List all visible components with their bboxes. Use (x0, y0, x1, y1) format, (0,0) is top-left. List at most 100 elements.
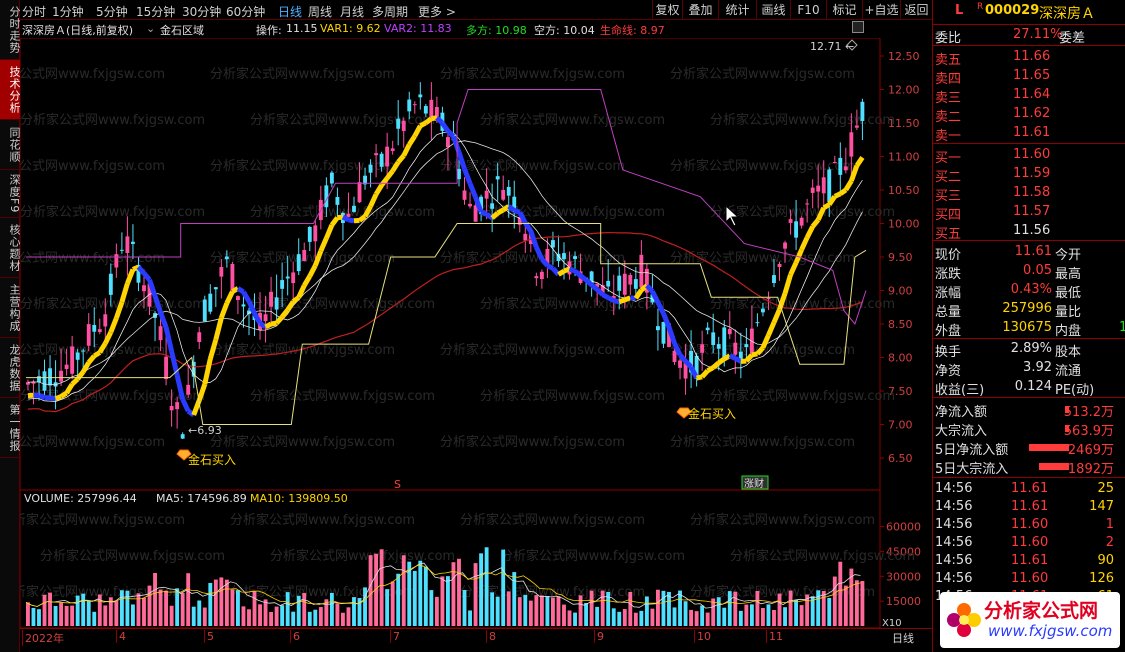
toolbar-button-3[interactable]: 画线 (756, 0, 790, 20)
ask-row-4: 卖四 11.65 (933, 67, 1125, 87)
volume-bar (131, 604, 135, 626)
op-label: 操作: (256, 24, 282, 37)
period-tab-5[interactable]: 60分钟 (226, 3, 265, 20)
trend-band-segment (38, 393, 46, 400)
high-price-label: 12.71 ← (810, 40, 854, 53)
watermark-text: 分析家公式网www.fxjgsw.com (440, 342, 625, 358)
bid-price: 11.59 (1013, 166, 1051, 181)
var2-value: VAR2: 11.83 (384, 22, 452, 35)
volume-bar (523, 594, 528, 626)
watermark-text: 分析家公式网www.fxjgsw.com (230, 512, 415, 528)
trend-band-segment (430, 115, 438, 122)
period-tab-6[interactable]: 日线 (278, 3, 302, 20)
watermark-text: 分析家公式网www.fxjgsw.com (440, 434, 625, 450)
left-tab-5[interactable]: 主营构成 (0, 278, 21, 338)
left-tab-7[interactable]: 第一情报 (0, 398, 21, 458)
candle-body (501, 189, 506, 200)
left-tab-2[interactable]: 同花顺 (0, 120, 21, 170)
candle-body (633, 279, 638, 289)
candle-body (285, 276, 290, 279)
volume-bar (446, 576, 450, 626)
quote-value-2: 1 (1119, 320, 1125, 335)
period-tab-10[interactable]: 更多 > (418, 3, 456, 20)
toolbar-button-5[interactable]: 标记 (826, 0, 862, 20)
candle-body (75, 352, 80, 360)
candle-body (551, 240, 555, 248)
var1-value: VAR1: 9.62 (320, 22, 381, 35)
period-tab-2[interactable]: 5分钟 (96, 3, 128, 20)
volume-bar (280, 605, 285, 626)
toolbar-button-0[interactable]: 复权 (652, 0, 682, 20)
left-tab-0[interactable]: 分时走势 (0, 0, 21, 60)
candle-body (131, 241, 135, 244)
volume-bar (744, 604, 749, 626)
time-axis-label: 5 (204, 630, 214, 643)
volume-bar (584, 602, 589, 626)
candle-body (202, 299, 207, 322)
flow-row: 净流入额 513.2万 (933, 400, 1125, 420)
toolbar-button-6[interactable]: +自选 (862, 0, 900, 20)
left-tab-3[interactable]: 深度F9 (0, 170, 21, 218)
trend-band-segment (513, 208, 521, 215)
quote-label-2: 今开 (1055, 248, 1082, 263)
trend-band-segment (751, 351, 758, 358)
candle-body (280, 280, 285, 289)
indicator-name[interactable]: 金石区域 (160, 22, 204, 38)
tick-time: 14:56 (935, 517, 973, 532)
kline-chart[interactable]: 12.5012.0011.5011.0010.5010.009.509.008.… (20, 38, 932, 490)
volume-bar (722, 607, 727, 626)
period-tab-4[interactable]: 30分钟 (182, 3, 221, 20)
volume-bar (539, 595, 544, 626)
toolbar-button-7[interactable]: 返回 (900, 0, 932, 20)
volume-bar (313, 609, 318, 626)
period-tab-0[interactable]: 分时 (22, 3, 46, 20)
time-axis-label: 8 (486, 630, 496, 643)
candle-body (108, 273, 113, 295)
quote-label-2: 量比 (1055, 305, 1082, 320)
period-tab-3[interactable]: 15分钟 (136, 3, 175, 20)
candle-body (639, 254, 644, 288)
chevron-down-icon[interactable]: ⌄ (146, 22, 155, 35)
volume-bar (318, 607, 323, 626)
trend-band-segment (49, 395, 56, 402)
volume-bar (799, 605, 804, 626)
period-tab-8[interactable]: 月线 (340, 3, 364, 20)
period-tab-7[interactable]: 周线 (308, 3, 332, 20)
fund-value: 3.92 (1023, 360, 1052, 375)
toolbar-button-1[interactable]: 叠加 (682, 0, 718, 20)
tick-time: 14:56 (935, 535, 973, 550)
left-tab-1[interactable]: 技术分析 (0, 60, 21, 120)
volume-bar (783, 607, 787, 626)
fund-value: 2.89% (1010, 341, 1052, 356)
trend-band-segment (568, 266, 576, 274)
watermark-text: 分析家公式网www.fxjgsw.com (710, 204, 895, 220)
candle-body (700, 344, 705, 353)
candle-body (401, 120, 406, 132)
trend-band-segment (551, 266, 561, 277)
period-tab-9[interactable]: 多周期 (372, 3, 408, 20)
toolbar-button-4[interactable]: F10 (790, 0, 826, 20)
toolbar-button-2[interactable]: 统计 (718, 0, 756, 20)
candle-body (755, 322, 760, 324)
volume-bar (307, 611, 312, 626)
candle-body (175, 402, 180, 410)
event-tag[interactable]: 涨财 (744, 477, 764, 490)
trend-band-segment (766, 321, 777, 337)
trend-band-segment (711, 360, 721, 370)
ask-row-3: 卖三 11.64 (933, 86, 1125, 106)
panel-toggle-icon[interactable] (852, 21, 864, 33)
trend-band-segment (613, 298, 620, 305)
candle-body (810, 187, 815, 193)
quote-value: 11.61 (1014, 244, 1052, 259)
left-tab-4[interactable]: 核心题材 (0, 218, 21, 278)
period-tab-1[interactable]: 1分钟 (52, 3, 84, 20)
trend-band-segment (213, 317, 224, 341)
left-tab-6[interactable]: 龙虎数据 (0, 338, 21, 398)
volume-bar (738, 610, 743, 626)
indicator-info-line: 深深房Ａ(日线,前复权) ⌄ 金石区域 操作: 11.15 VAR1: 9.62… (20, 20, 880, 38)
watermark-text: 分析家公式网www.fxjgsw.com (20, 112, 205, 128)
marker-l: L (955, 3, 964, 18)
candle-body (92, 324, 97, 332)
volume-chart[interactable]: 60000450003000015000X10VOLUME: 257996.44… (20, 490, 932, 628)
price-tick-label: 8.50 (888, 318, 913, 331)
